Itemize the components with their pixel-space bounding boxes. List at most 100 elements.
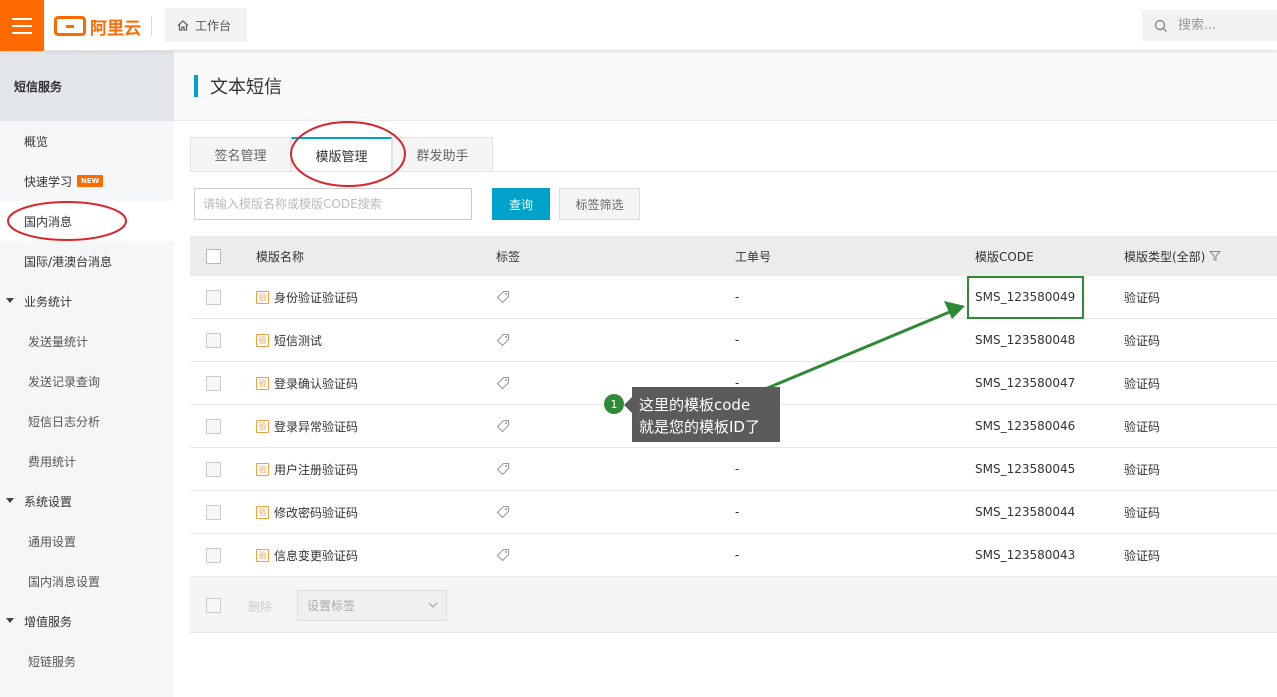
row-type: 验证码 <box>1124 290 1161 305</box>
row-type: 验证码 <box>1124 505 1161 520</box>
sidebar-item-label: 快速学习 <box>24 174 73 189</box>
row-order: - <box>735 290 740 304</box>
logo-divider <box>151 16 152 36</box>
workbench-button[interactable]: 工作台 <box>165 8 247 42</box>
table-row[interactable]: 验信息变更验证码 - SMS_123580043 验证码 <box>190 534 1277 577</box>
table-row[interactable]: 验身份验证验证码 - SMS_123580049 验证码 <box>190 276 1277 319</box>
tag-icon[interactable] <box>496 333 510 347</box>
sidebar-item-domestic-message[interactable]: 国内消息 <box>0 201 174 241</box>
tag-icon[interactable] <box>496 376 510 390</box>
table-row[interactable]: 验修改密码验证码 - SMS_123580044 验证码 <box>190 491 1277 534</box>
table-row[interactable]: 验登录确认验证码 - SMS_123580047 验证码 <box>190 362 1277 405</box>
tab-bulk-send[interactable]: 群发助手 <box>392 137 493 172</box>
row-checkbox-cell <box>206 276 221 318</box>
row-name-cell: 验修改密码验证码 <box>256 491 358 533</box>
row-code: SMS_123580049 <box>975 290 1076 304</box>
row-name[interactable]: 登录确认验证码 <box>274 375 358 392</box>
global-search-input[interactable] <box>1176 17 1266 34</box>
top-bar: 阿里云 工作台 <box>0 0 1277 51</box>
row-name[interactable]: 短信测试 <box>274 332 322 349</box>
sidebar-group-value-added[interactable]: 增值服务 <box>0 601 174 641</box>
tag-icon[interactable] <box>496 548 510 562</box>
row-checkbox[interactable] <box>206 375 221 391</box>
set-tag-label: 设置标签 <box>307 599 356 613</box>
tag-icon[interactable] <box>496 462 510 476</box>
sidebar-item-label: 费用统计 <box>28 454 77 469</box>
table-row[interactable]: 验用户注册验证码 - SMS_123580045 验证码 <box>190 448 1277 491</box>
row-tag-cell <box>496 319 510 361</box>
aliyun-logo[interactable]: 阿里云 <box>54 14 141 39</box>
home-icon <box>177 19 189 31</box>
header-type: 模版类型(全部) <box>1124 236 1222 276</box>
table-header: 模版名称 标签 工单号 模版CODE 模版类型(全部) <box>190 236 1277 276</box>
header-type-label: 模版类型(全部) <box>1124 249 1206 264</box>
row-tag-cell <box>496 362 510 404</box>
row-code: SMS_123580045 <box>975 462 1076 476</box>
page-title: 文本短信 <box>210 77 282 98</box>
table-row[interactable]: 验登录异常验证码 - SMS_123580046 验证码 <box>190 405 1277 448</box>
sidebar-item-domestic-settings[interactable]: 国内消息设置 <box>0 561 174 601</box>
global-search[interactable] <box>1142 10 1277 41</box>
select-all-checkbox[interactable] <box>206 248 221 264</box>
search-icon <box>1154 19 1167 32</box>
sidebar-item-international-message[interactable]: 国际/港澳台消息 <box>0 241 174 281</box>
row-code: SMS_123580047 <box>975 376 1076 390</box>
row-checkbox[interactable] <box>206 332 221 348</box>
sidebar-group-system-settings[interactable]: 系统设置 <box>0 481 174 521</box>
footer-select-all-checkbox[interactable] <box>206 598 221 613</box>
delete-button[interactable]: 删除 <box>238 591 282 621</box>
row-name[interactable]: 修改密码验证码 <box>274 504 358 521</box>
row-name-cell: 验身份验证验证码 <box>256 276 358 318</box>
query-button[interactable]: 查询 <box>492 188 550 220</box>
row-checkbox[interactable] <box>206 418 221 434</box>
row-checkbox-cell <box>206 319 221 361</box>
tab-signature[interactable]: 签名管理 <box>190 137 291 172</box>
tag-icon[interactable] <box>496 505 510 519</box>
hamburger-menu-icon[interactable] <box>0 0 44 51</box>
template-table: 模版名称 标签 工单号 模版CODE 模版类型(全部) 验身份验证验证码 - SMS… <box>190 236 1277 633</box>
template-type-icon: 验 <box>256 419 269 433</box>
row-name[interactable]: 登录异常验证码 <box>274 418 358 435</box>
tag-icon[interactable] <box>496 290 510 304</box>
row-name[interactable]: 信息变更验证码 <box>274 547 358 564</box>
title-accent-bar <box>194 75 198 97</box>
sidebar-item-send-volume[interactable]: 发送量统计 <box>0 321 174 361</box>
template-search-input[interactable] <box>194 188 472 220</box>
sidebar-item-send-records[interactable]: 发送记录查询 <box>0 361 174 401</box>
row-tag-cell <box>496 448 510 490</box>
sidebar-item-label: 国际/港澳台消息 <box>24 254 113 269</box>
filter-icon[interactable] <box>1209 250 1222 262</box>
sidebar-item-label: 短链服务 <box>28 654 77 669</box>
row-name[interactable]: 用户注册验证码 <box>274 461 358 478</box>
sidebar-item-overview[interactable]: 概览 <box>0 121 174 161</box>
sidebar-group-business-stats[interactable]: 业务统计 <box>0 281 174 321</box>
row-tag-cell <box>496 405 510 447</box>
row-code: SMS_123580048 <box>975 333 1076 347</box>
row-checkbox[interactable] <box>206 504 221 520</box>
sidebar-item-label: 通用设置 <box>28 534 77 549</box>
tab-template[interactable]: 模版管理 <box>291 137 392 172</box>
header-order: 工单号 <box>735 249 772 264</box>
row-name[interactable]: 身份验证验证码 <box>274 289 358 306</box>
sidebar-item-general-settings[interactable]: 通用设置 <box>0 521 174 561</box>
row-type: 验证码 <box>1124 333 1161 348</box>
sidebar-item-short-link[interactable]: 短链服务 <box>0 641 174 681</box>
row-checkbox[interactable] <box>206 461 221 477</box>
header-tag: 标签 <box>496 249 521 264</box>
sidebar-item-label: 概览 <box>24 134 49 149</box>
sidebar-item-cost-stats[interactable]: 费用统计 <box>0 441 174 481</box>
row-code: SMS_123580044 <box>975 505 1076 519</box>
row-order: - <box>735 333 740 347</box>
sidebar-menu: 概览 快速学习 NEW 国内消息 国际/港澳台消息 业务统计 发送量统计 发送记录… <box>0 121 174 681</box>
set-tag-select[interactable]: 设置标签 <box>297 590 447 621</box>
row-checkbox[interactable] <box>206 289 221 305</box>
caret-down-icon <box>6 498 14 503</box>
sidebar-item-quick-learn[interactable]: 快速学习 NEW <box>0 161 174 201</box>
sidebar-item-log-analysis[interactable]: 短信日志分析 <box>0 401 174 441</box>
row-checkbox[interactable] <box>206 547 221 563</box>
table-row[interactable]: 验短信测试 - SMS_123580048 验证码 <box>190 319 1277 362</box>
tag-icon[interactable] <box>496 419 510 433</box>
sidebar-item-label: 发送记录查询 <box>28 374 101 389</box>
tag-filter-button[interactable]: 标签筛选 <box>559 188 640 220</box>
logo-text: 阿里云 <box>90 18 141 39</box>
